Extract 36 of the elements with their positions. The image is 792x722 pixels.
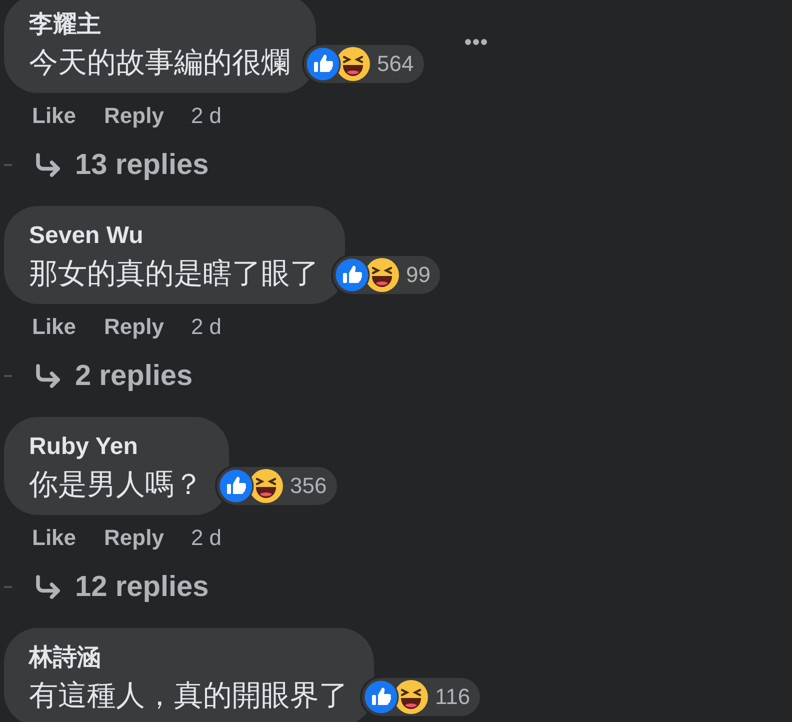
comment-time[interactable]: 2 d — [190, 98, 222, 132]
reply-link[interactable]: Reply — [104, 520, 164, 554]
author-name[interactable]: 林詩涵 — [29, 644, 348, 672]
reply-arrow-icon — [33, 572, 63, 602]
like-link[interactable]: Like — [32, 98, 76, 132]
reply-arrow-icon — [33, 150, 63, 180]
thumbs-up-icon — [305, 46, 341, 82]
reply-link[interactable]: Reply — [104, 98, 164, 132]
comment-text: 有這種人，真的開眼界了 — [29, 679, 348, 714]
reaction-summary[interactable]: 116 — [360, 676, 482, 718]
reaction-summary[interactable]: 99 — [331, 254, 442, 296]
author-name[interactable]: Ruby Yen — [29, 433, 203, 461]
comment-text: 今天的故事編的很爛 — [29, 46, 290, 81]
thumbs-up-icon — [363, 679, 399, 715]
author-name[interactable]: 李耀主 — [29, 11, 290, 39]
thumbs-up-icon — [334, 257, 370, 293]
reply-link[interactable]: Reply — [104, 310, 164, 342]
more-options-icon[interactable] — [464, 38, 488, 46]
comment-text: 那女的真的是瞎了眼了 — [29, 257, 319, 292]
reply-arrow-icon — [33, 361, 63, 391]
thumbs-up-icon — [218, 468, 254, 504]
reaction-count: 116 — [435, 683, 470, 711]
reaction-count: 564 — [377, 50, 414, 78]
view-replies-link[interactable]: 2 replies — [75, 360, 193, 392]
reaction-count: 356 — [290, 472, 327, 500]
reaction-count: 99 — [406, 261, 430, 289]
reaction-summary[interactable]: 356 — [215, 465, 339, 507]
like-link[interactable]: Like — [32, 520, 76, 554]
reaction-summary[interactable]: 564 — [302, 43, 426, 85]
comment-text: 你是男人嗎？ — [29, 468, 203, 503]
view-replies-link[interactable]: 13 replies — [75, 149, 209, 181]
view-replies-link[interactable]: 12 replies — [75, 571, 209, 603]
comment-time[interactable]: 2 d — [190, 310, 222, 342]
author-name[interactable]: Seven Wu — [29, 222, 319, 250]
like-link[interactable]: Like — [32, 310, 76, 342]
comment-time[interactable]: 2 d — [190, 520, 222, 554]
